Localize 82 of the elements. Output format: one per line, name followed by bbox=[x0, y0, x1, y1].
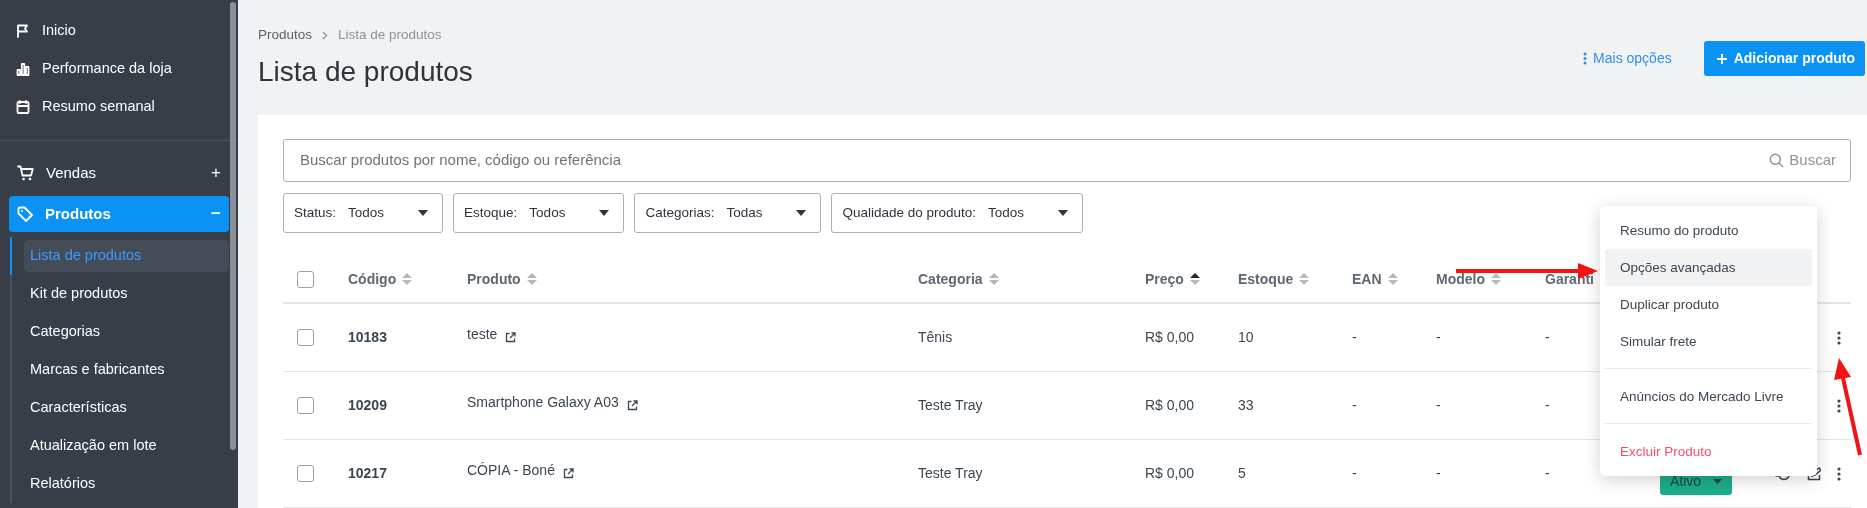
menu-item[interactable]: Duplicar produto bbox=[1605, 286, 1812, 323]
checkbox[interactable] bbox=[297, 270, 314, 288]
table-cell-text: Teste Tray bbox=[918, 464, 983, 483]
checkbox[interactable] bbox=[297, 329, 314, 346]
kebab-icon[interactable] bbox=[1837, 330, 1841, 345]
table-cell-text: - bbox=[1352, 328, 1357, 347]
caret-icon bbox=[796, 210, 807, 216]
table-cell-text: - bbox=[1545, 328, 1550, 347]
sidebar-item[interactable]: Kit de produtos bbox=[24, 278, 229, 310]
table-cell-text: - bbox=[1352, 464, 1357, 483]
page-title: Lista de produtos bbox=[258, 55, 473, 89]
filter-dropdown[interactable]: Status: Todos bbox=[283, 193, 444, 233]
table-cell-text: - bbox=[1352, 396, 1357, 415]
table-cell-text: - bbox=[1545, 396, 1550, 415]
external-link-icon[interactable] bbox=[562, 468, 574, 479]
checkbox[interactable] bbox=[297, 465, 314, 482]
column-header[interactable]: Categoria bbox=[918, 268, 983, 290]
table-cell-text: 5 bbox=[1238, 464, 1246, 483]
filter-dropdown[interactable]: Estoque: Todos bbox=[453, 193, 625, 233]
toggle-icon[interactable]: + bbox=[211, 160, 221, 186]
calendar-icon bbox=[16, 100, 30, 114]
sidebar-section[interactable]: Vendas + bbox=[9, 155, 229, 191]
plus-icon bbox=[1715, 52, 1728, 65]
table-cell-text: 10217 bbox=[348, 464, 387, 483]
table-cell-text: Smartphone Galaxy A03 bbox=[467, 393, 619, 412]
table-cell-text: Teste Tray bbox=[918, 396, 983, 415]
table-cell-text: R$ 0,00 bbox=[1145, 396, 1195, 415]
sidebar-item[interactable]: Atualização em lote bbox=[24, 430, 229, 462]
sidebar-item[interactable]: Performance da loja bbox=[0, 50, 238, 88]
flag-icon bbox=[16, 24, 30, 38]
scrollbar[interactable] bbox=[230, 2, 236, 450]
table-cell-text: CÓPIA - Boné bbox=[467, 461, 555, 480]
table-cell-text: Tênis bbox=[918, 328, 953, 347]
column-header[interactable]: Produto bbox=[467, 268, 521, 290]
column-header[interactable]: Garanti bbox=[1545, 268, 1594, 290]
caret-icon bbox=[1713, 479, 1723, 484]
table-cell-text: R$ 0,00 bbox=[1145, 464, 1195, 483]
sidebar-item[interactable]: Inicio bbox=[0, 12, 238, 50]
bar-chart-icon bbox=[16, 62, 30, 76]
kebab-icon[interactable] bbox=[1837, 466, 1841, 481]
table-cell-text: 33 bbox=[1238, 396, 1254, 415]
menu-item[interactable]: Anúncios do Mercado Livre bbox=[1605, 378, 1812, 415]
caret-icon bbox=[599, 210, 610, 216]
table-cell-text: - bbox=[1436, 328, 1441, 347]
table-cell-text: - bbox=[1436, 396, 1441, 415]
column-header[interactable]: Código bbox=[348, 268, 397, 290]
menu-item[interactable]: Opções avançadas bbox=[1605, 249, 1812, 286]
menu-item[interactable]: Excluir Produto bbox=[1605, 433, 1812, 470]
breadcrumb-item[interactable]: Produtos bbox=[258, 24, 313, 46]
column-header[interactable]: Modelo bbox=[1436, 268, 1485, 290]
caret-icon bbox=[418, 210, 429, 216]
table-cell-text: - bbox=[1436, 464, 1441, 483]
column-header[interactable]: Estoque bbox=[1238, 268, 1294, 290]
table-cell-text: teste bbox=[467, 325, 498, 344]
chevron-icon bbox=[322, 30, 329, 40]
menu-item[interactable]: Resumo do produto bbox=[1605, 212, 1812, 249]
table-cell-text: R$ 0,00 bbox=[1145, 328, 1195, 347]
sidebar-item[interactable]: Categorias bbox=[24, 316, 229, 348]
filter-dropdown[interactable]: Qualidade do produto: Todos bbox=[831, 193, 1084, 233]
table-cell-text: 10 bbox=[1238, 328, 1254, 347]
kebab-icon bbox=[1583, 52, 1588, 65]
sidebar-item[interactable]: Resumo semanal bbox=[0, 88, 238, 126]
table-cell-text: 10209 bbox=[348, 396, 387, 415]
table-cell-text: - bbox=[1545, 464, 1550, 483]
external-link-icon[interactable] bbox=[626, 400, 638, 411]
sidebar-item[interactable]: Marcas e fabricantes bbox=[24, 354, 229, 386]
breadcrumb-item: Lista de produtos bbox=[338, 25, 442, 44]
sort-icon[interactable] bbox=[1188, 272, 1201, 286]
external-link-icon[interactable] bbox=[505, 332, 517, 343]
sidebar-item[interactable]: Características bbox=[24, 392, 229, 424]
tag-icon bbox=[17, 206, 33, 222]
caret-icon bbox=[1058, 210, 1069, 216]
column-header[interactable]: EAN bbox=[1352, 268, 1382, 290]
checkbox[interactable] bbox=[297, 397, 314, 414]
filter-dropdown[interactable]: Categorias: Todas bbox=[634, 193, 822, 233]
table-cell-text: 10183 bbox=[348, 328, 387, 347]
sidebar-item[interactable]: Relatórios bbox=[24, 468, 229, 500]
menu-item[interactable]: Simular frete bbox=[1605, 323, 1812, 360]
search-icon bbox=[1769, 153, 1785, 168]
kebab-icon[interactable] bbox=[1837, 398, 1841, 413]
cart-icon bbox=[17, 165, 34, 181]
column-header[interactable]: Preço bbox=[1145, 268, 1184, 290]
